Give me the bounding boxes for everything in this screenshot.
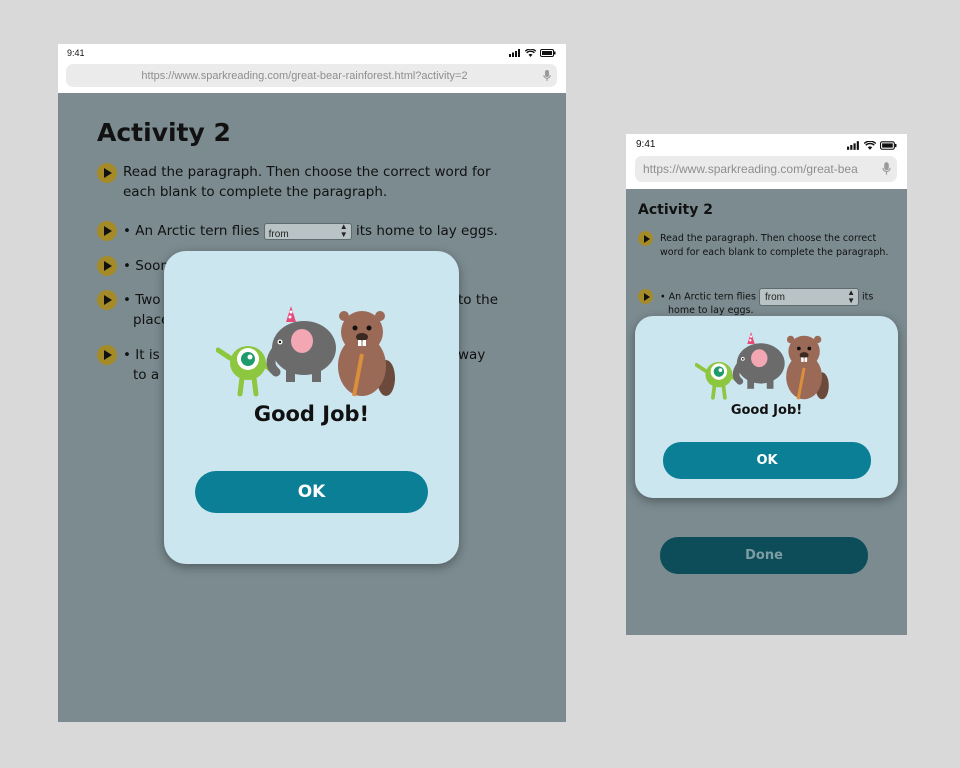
microphone-icon[interactable] bbox=[882, 162, 891, 176]
wifi-icon bbox=[864, 141, 876, 150]
word-select-1[interactable]: from ▲ ▼ bbox=[263, 222, 352, 240]
status-time: 9:41 bbox=[636, 139, 656, 150]
ok-button[interactable]: OK bbox=[195, 471, 428, 513]
url-text: https://www.sparkreading.com/great-bear-… bbox=[141, 69, 468, 82]
word-select-value: from bbox=[268, 228, 289, 240]
word-select-1[interactable]: from ▲ ▼ bbox=[759, 288, 859, 306]
sentence-1-before: • An Arctic tern flies bbox=[660, 291, 756, 303]
url-text: https://www.sparkreading.com/great-bea bbox=[643, 162, 858, 176]
sentence-1: • An Arctic tern flies from ▲ ▼ its home … bbox=[123, 221, 543, 241]
sentence-3-right: to the bbox=[458, 292, 498, 308]
good-job-message: Good Job! bbox=[730, 403, 803, 418]
status-icons bbox=[847, 141, 897, 150]
good-job-message: Good Job! bbox=[253, 402, 370, 426]
microphone-icon[interactable] bbox=[543, 69, 551, 82]
large-screen: 9:41 https://www.sparkreading.com/great-… bbox=[58, 44, 566, 722]
sentence-1-after: its home to lay eggs. bbox=[355, 223, 498, 239]
word-select-value: from bbox=[765, 292, 785, 303]
instructions-text: Read the paragraph. Then choose the corr… bbox=[660, 233, 889, 258]
success-dialog: Good Job! OK bbox=[164, 251, 459, 564]
success-dialog: Good Job! OK bbox=[635, 316, 898, 498]
url-bar[interactable]: https://www.sparkreading.com/great-bear-… bbox=[66, 64, 557, 87]
sentence-1-before: • An Arctic tern flies bbox=[123, 223, 260, 239]
mascot-characters-illustration bbox=[695, 332, 829, 400]
play-audio-icon[interactable] bbox=[97, 163, 117, 183]
sentence-1-after: its bbox=[862, 291, 874, 303]
signal-bars-icon bbox=[509, 49, 520, 57]
battery-icon bbox=[880, 141, 897, 150]
play-audio-icon[interactable] bbox=[638, 231, 653, 246]
status-time: 9:41 bbox=[67, 48, 85, 58]
signal-bars-icon bbox=[847, 141, 859, 150]
play-audio-icon[interactable] bbox=[97, 221, 117, 241]
play-audio-icon[interactable] bbox=[97, 290, 117, 310]
activity-title: Activity 2 bbox=[97, 118, 231, 147]
browser-bar: 9:41 https://www.sparkreading.com/great-… bbox=[626, 134, 907, 189]
sentence-4-right: way bbox=[458, 347, 486, 363]
instructions-text: Read the paragraph. Then choose the corr… bbox=[123, 164, 491, 200]
chevron-updown-icon: ▲ ▼ bbox=[847, 288, 855, 305]
mascot-characters-illustration bbox=[216, 306, 395, 397]
wifi-icon bbox=[525, 49, 536, 57]
small-screen: 9:41 https://www.sparkreading.com/great-… bbox=[626, 134, 907, 635]
status-icons bbox=[509, 49, 556, 57]
url-bar[interactable]: https://www.sparkreading.com/great-bea bbox=[635, 156, 897, 182]
play-audio-icon[interactable] bbox=[638, 289, 653, 304]
play-audio-icon[interactable] bbox=[97, 256, 117, 276]
ok-button[interactable]: OK bbox=[663, 442, 871, 479]
done-button[interactable]: Done bbox=[660, 537, 868, 574]
sentence-4: • It is bbox=[123, 347, 160, 363]
chevron-updown-icon: ▲ ▼ bbox=[339, 222, 348, 239]
sentence-2: • Soon bbox=[123, 258, 169, 274]
battery-icon bbox=[540, 49, 556, 57]
browser-bar: 9:41 https://www.sparkreading.com/great-… bbox=[58, 44, 566, 93]
play-audio-icon[interactable] bbox=[97, 345, 117, 365]
activity-title: Activity 2 bbox=[638, 202, 713, 218]
